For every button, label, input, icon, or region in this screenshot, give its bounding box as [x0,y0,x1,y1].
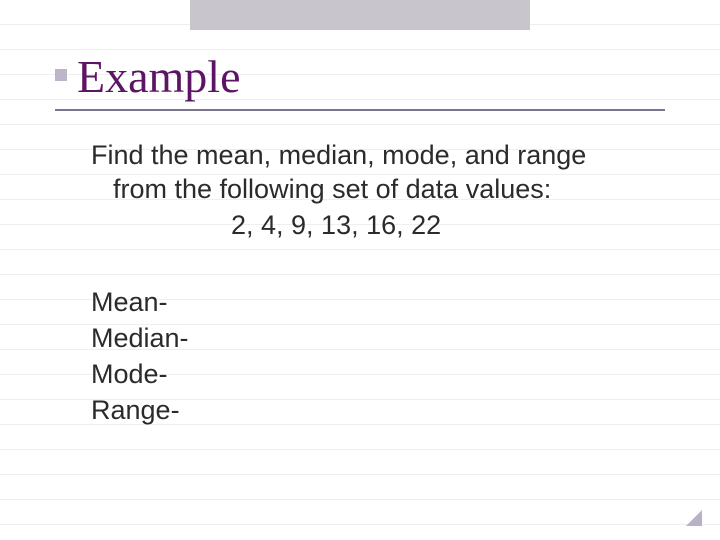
answer-median: Median- [91,322,665,356]
slide-body: Example Find the mean, median, mode, and… [0,0,720,469]
prompt-line-2: from the following set of data values: [91,173,665,207]
slide-title: Example [77,50,241,103]
answer-range: Range- [91,394,665,428]
answer-mode: Mode- [91,358,665,392]
slide-content: Find the mean, median, mode, and range f… [55,139,665,427]
prompt-line-1: Find the mean, median, mode, and range [91,139,665,173]
answer-mean: Mean- [91,286,665,320]
page-corner-icon [686,510,702,526]
title-row: Example [55,50,665,111]
title-bullet-icon [55,69,67,81]
data-values: 2, 4, 9, 13, 16, 22 [91,209,665,243]
answers-block: Mean- Median- Mode- Range- [91,286,665,427]
